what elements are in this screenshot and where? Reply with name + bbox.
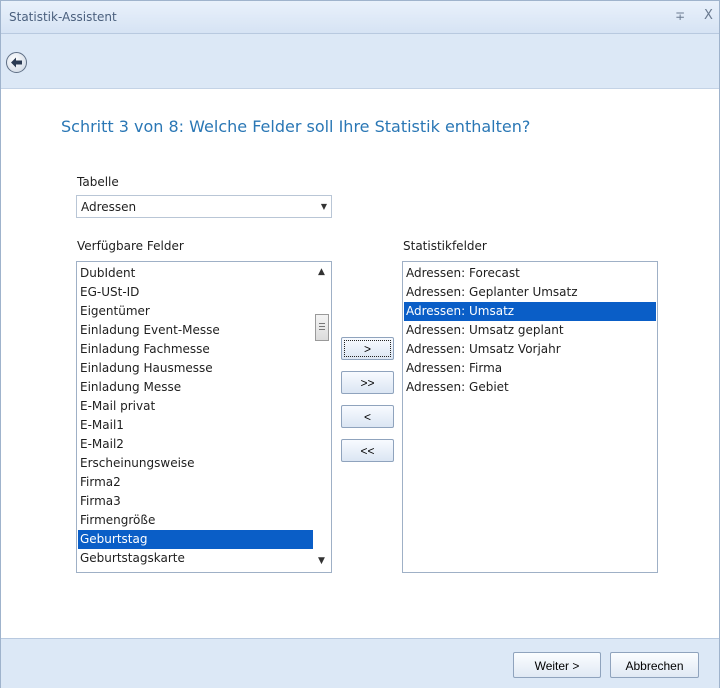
cancel-button[interactable]: Abbrechen (610, 652, 699, 678)
list-item[interactable]: Adressen: Forecast (404, 264, 656, 283)
list-item[interactable]: Firma2 (78, 473, 315, 492)
table-label: Tabelle (77, 175, 119, 189)
list-item[interactable]: Adressen: Firma (404, 359, 656, 378)
close-icon[interactable]: X (704, 8, 713, 23)
footer-bar: Weiter > Abbrechen (1, 638, 719, 688)
statistic-fields-label: Statistikfelder (403, 239, 487, 253)
remove-all-fields-button[interactable]: << (341, 439, 394, 462)
back-arrow-icon (11, 57, 22, 68)
list-item[interactable]: Adressen: Umsatz Vorjahr (404, 340, 656, 359)
list-item-selected[interactable]: Adressen: Umsatz (404, 302, 656, 321)
scroll-thumb[interactable] (315, 314, 329, 341)
add-all-fields-button[interactable]: >> (341, 371, 394, 394)
list-item[interactable]: Eigentümer (78, 302, 315, 321)
list-item[interactable]: DubIdent (78, 264, 315, 283)
remove-field-button[interactable]: < (341, 405, 394, 428)
list-item[interactable]: Firma3 (78, 492, 315, 511)
list-item[interactable]: E-Mail1 (78, 416, 315, 435)
available-fields-label: Verfügbare Felder (77, 239, 184, 253)
list-item[interactable]: Firmengröße (78, 511, 315, 530)
list-item[interactable]: Einladung Messe (78, 378, 315, 397)
list-item[interactable]: Adressen: Gebiet (404, 378, 656, 397)
statistic-fields-list[interactable]: Adressen: Forecast Adressen: Geplanter U… (402, 261, 658, 573)
list-item[interactable]: Geburtstagskarte (78, 549, 315, 568)
list-item[interactable]: Adressen: Geplanter Umsatz (404, 283, 656, 302)
list-item[interactable]: E-Mail privat (78, 397, 315, 416)
list-item[interactable]: Einladung Event-Messe (78, 321, 315, 340)
scroll-up-icon[interactable]: ▲ (318, 267, 325, 277)
list-item[interactable]: Erscheinungsweise (78, 454, 315, 473)
table-select-value: Adressen (81, 200, 137, 214)
list-item-selected[interactable]: Geburtstag (78, 530, 313, 549)
available-fields-list[interactable]: DubIdent EG-USt-ID Eigentümer Einladung … (76, 261, 332, 573)
window-title: Statistik-Assistent (9, 10, 117, 24)
list-item[interactable]: E-Mail2 (78, 435, 315, 454)
list-item[interactable]: Einladung Fachmesse (78, 340, 315, 359)
next-button[interactable]: Weiter > (513, 652, 601, 678)
list-item[interactable]: EG-USt-ID (78, 283, 315, 302)
title-bar: Statistik-Assistent ∓ X (1, 1, 719, 34)
statistik-assistent-window: Statistik-Assistent ∓ X Schritt 3 von 8:… (0, 0, 720, 688)
table-select[interactable]: Adressen ▼ (76, 195, 332, 218)
page-title: Schritt 3 von 8: Welche Felder soll Ihre… (61, 117, 531, 136)
grip-icon (319, 323, 325, 324)
chevron-down-icon: ▼ (320, 202, 327, 211)
back-button[interactable] (6, 52, 27, 73)
add-field-button[interactable]: > (341, 337, 394, 360)
list-item[interactable]: Adressen: Umsatz geplant (404, 321, 656, 340)
scroll-down-icon[interactable]: ▼ (318, 556, 325, 566)
vertical-scrollbar[interactable]: ▲ ▼ (313, 262, 331, 572)
toolbar (1, 34, 719, 89)
list-item[interactable]: Einladung Hausmesse (78, 359, 315, 378)
pin-icon[interactable]: ∓ (675, 9, 685, 23)
